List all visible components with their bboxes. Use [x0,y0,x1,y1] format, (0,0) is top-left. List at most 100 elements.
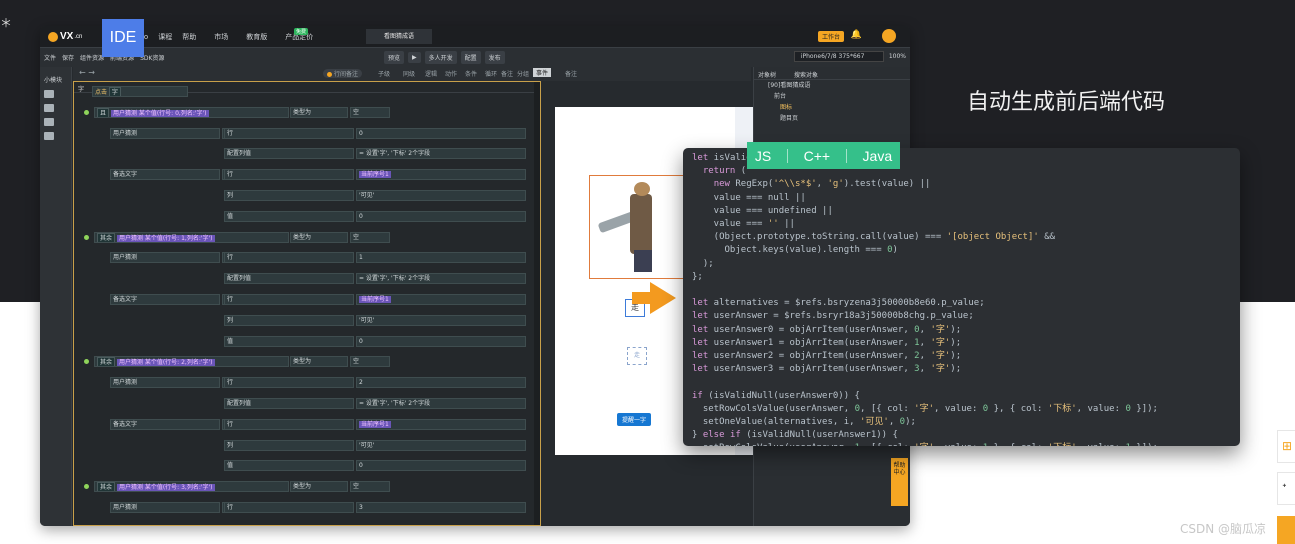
condition-select[interactable]: 其余 [97,232,116,242]
target-object[interactable]: 备选文字 [110,169,220,181]
target-object[interactable]: 用户猜测 [110,502,220,513]
editor-row[interactable]: 值0 [74,334,534,354]
publish-button[interactable]: 发布 [484,51,505,64]
editor-row[interactable]: 列 '可见' [74,313,534,333]
param-value[interactable]: 1 [356,252,526,264]
play-icon[interactable]: ▶ [408,52,421,63]
param-value[interactable]: '可见' [356,439,526,451]
preview-button[interactable]: 预览 [384,51,405,64]
editor-row[interactable]: 点击 字 [74,84,534,104]
bell-icon[interactable]: 🔔 [851,30,862,40]
multi-dev-button[interactable]: 多人开发 [424,51,457,64]
config-button[interactable]: 配置 [460,51,481,64]
editor-row[interactable]: 用户猜测设置多个值（同行）行3 [74,500,534,520]
editor-row[interactable]: 列 '可见' [74,188,534,208]
editor-row[interactable]: 值0 [74,209,534,229]
answer-cell-ghost[interactable]: 走 [627,347,647,365]
zoom-level[interactable]: 100% [889,53,906,60]
condition-expression[interactable]: 用户猜测 某个值(行号: 3,列名:'字') [116,484,215,492]
event-badge[interactable]: 事件 [533,68,552,77]
side-gift-button[interactable]: ⊞ [1277,430,1295,463]
param-value[interactable]: '可见' [356,314,526,326]
tree-item-page[interactable]: 题目页 [754,113,910,124]
subbar-loop[interactable]: 循环 [485,69,497,78]
type-select[interactable]: 类型为 [290,106,348,118]
type-value[interactable]: 空 [350,481,390,493]
menu-item-market[interactable]: 市场 [214,32,228,42]
subbar-condition[interactable]: 条件 [465,69,477,78]
target-object[interactable]: 用户猜测 [110,127,220,139]
layers-icon[interactable] [44,104,54,112]
param-highlight[interactable]: 当前序号1 [359,420,391,428]
condition-expression[interactable]: 用户猜测 某个值(行号: 1,列名:'字') [116,234,215,242]
toolbar-component-res[interactable]: 组件资源 [80,53,104,62]
editor-row[interactable]: 配置列值 = 设置'字', '下标' 2个字段 [74,396,534,416]
type-select[interactable]: 类型为 [290,481,348,493]
avatar[interactable] [882,29,896,43]
type-select[interactable]: 类型为 [290,356,348,368]
subbar-action[interactable]: 动作 [445,69,457,78]
param-value[interactable]: 当前序号1 [356,418,526,430]
target-object[interactable]: 用户猜测 [110,377,220,389]
tab-js[interactable]: JS [755,148,771,164]
editor-row[interactable]: 用户猜测设置多个值（同行）行1 [74,250,534,270]
editor-scrollbar[interactable] [534,82,540,525]
device-select[interactable]: iPhone6/7/8 375*667 [793,51,884,62]
list-icon[interactable] [44,118,54,126]
tree-item-front[interactable]: 前台 [754,91,910,102]
nav-arrows-icon[interactable]: ← → [79,68,95,77]
param-value[interactable]: = 设置'字', '下标' 2个字段 [356,148,526,160]
editor-row[interactable]: 备选文字设置某个值行当前序号1 [74,292,534,312]
help-center-tab[interactable]: 帮助中心 [891,458,908,506]
param-value[interactable]: '可见' [356,190,526,201]
tab-object-tree[interactable]: 对象树 [758,70,776,79]
menu-item-courses[interactable]: 课程 [158,32,172,42]
condition-row[interactable]: 其余 用户猜测 某个值(行号: 2,列名:'字') [94,356,289,368]
side-orange-button[interactable] [1277,516,1295,544]
condition-row[interactable]: 其余 用户猜测 某个值(行号: 1,列名:'字') [94,231,289,243]
subbar-group[interactable]: 分组 [517,69,529,78]
type-value[interactable]: 空 [350,356,390,368]
vx-logo[interactable]: VX .cn [48,31,82,42]
subbar-child[interactable]: 子级 [378,69,390,78]
type-select[interactable]: 类型为 [290,231,348,243]
tab-java[interactable]: Java [863,148,893,164]
toolbar-save[interactable]: 保存 [62,53,74,62]
editor-row[interactable]: 其余 用户猜测 某个值(行号: 2,列名:'字') 类型为空 [74,354,534,374]
editor-row[interactable]: 其余 用户猜测 某个值(行号: 3,列名:'字') 类型为空 [74,479,534,499]
editor-row[interactable]: 备选文字设置某个值行当前序号1 [74,417,534,437]
condition-select[interactable]: 且 [97,107,110,117]
condition-select[interactable]: 其余 [97,357,116,367]
menu-item-edu[interactable]: 教育版 [246,32,267,42]
type-value[interactable]: 空 [350,106,390,118]
param-value[interactable]: 0 [356,210,526,222]
editor-row[interactable]: 配置列值 = 设置'字', '下标' 2个字段 [74,146,534,166]
condition-expression[interactable]: 用户猜测 某个值(行号: 2,列名:'字') [116,359,215,367]
subbar-sibling[interactable]: 同级 [403,69,415,78]
tree-item-project[interactable]: [90]看图猜成语 [754,80,910,91]
condition-row[interactable]: 且 用户猜测 某个值(行号: 0,列名:'字') [94,106,289,118]
menu-item-help[interactable]: 帮助 [182,32,196,42]
target-object[interactable]: 备选文字 [110,294,220,305]
param-value[interactable]: 2 [356,377,526,389]
event-click-row[interactable]: 点击 字 [92,86,188,97]
editor-row[interactable]: 列 '可见' [74,438,534,458]
param-value[interactable]: 3 [356,502,526,513]
condition-select[interactable]: 其余 [97,482,116,492]
edit-icon[interactable] [44,90,54,98]
editor-row[interactable]: 值0 [74,458,534,478]
param-value[interactable]: 0 [356,127,526,139]
file-tab[interactable]: 看图猜成语 [366,29,433,44]
settings-icon[interactable] [44,132,54,140]
editor-row[interactable]: 用户猜测设置多个值（同行）行2 [74,375,534,395]
condition-row[interactable]: 其余 用户猜测 某个值(行号: 3,列名:'字') [94,481,289,493]
toolbar-file[interactable]: 文件 [44,53,56,62]
editor-row[interactable]: 备选文字设置某个值行当前序号1 [74,167,534,187]
condition-expression[interactable]: 用户猜测 某个值(行号: 0,列名:'字') [110,109,209,117]
event-target-select[interactable]: 字 [108,87,121,96]
param-value[interactable]: 0 [356,335,526,347]
side-expand-button[interactable]: ᐩ [1277,472,1295,505]
param-value[interactable]: 当前序号1 [356,294,526,305]
param-highlight[interactable]: 当前序号1 [359,296,391,303]
param-value[interactable]: 0 [356,460,526,472]
